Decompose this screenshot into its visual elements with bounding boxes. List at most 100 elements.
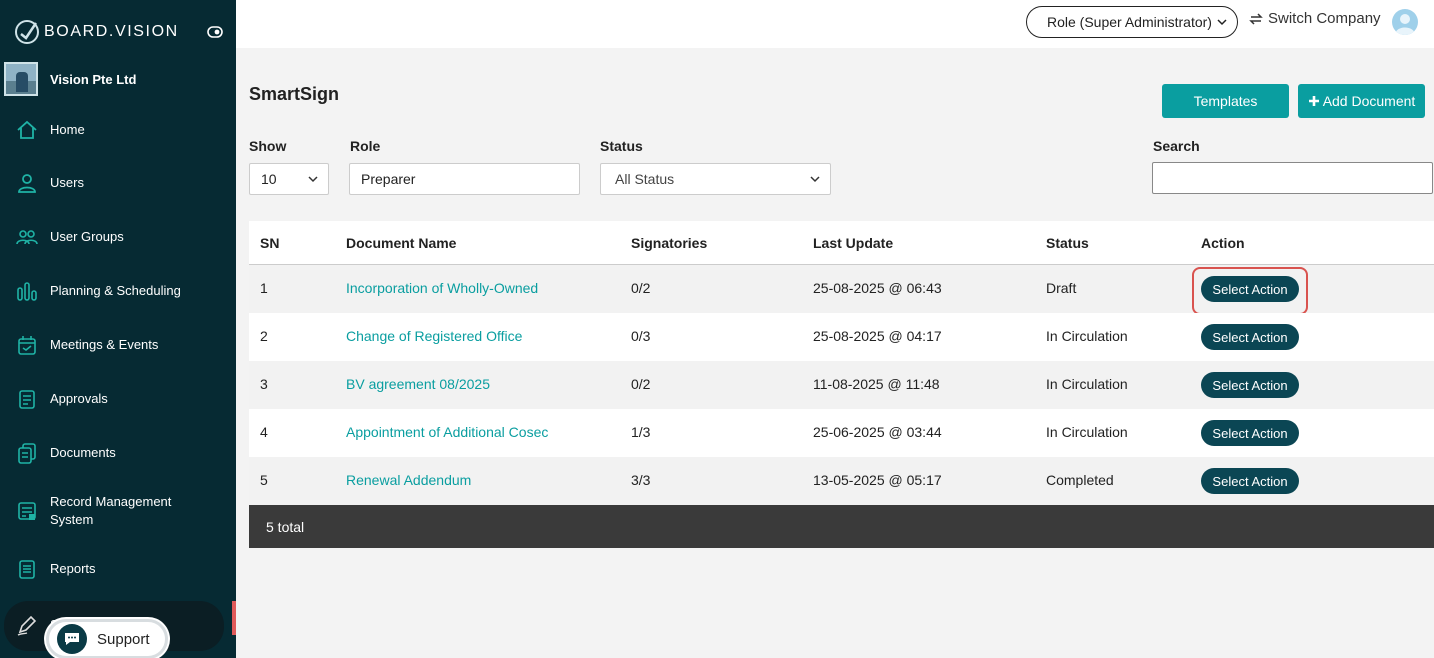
select-action-button[interactable]: Select Action — [1201, 372, 1299, 398]
show-label: Show — [249, 138, 287, 154]
header-action: Action — [1201, 235, 1245, 251]
sidebar-item-reports[interactable]: Reports — [0, 549, 236, 589]
switch-company-button[interactable]: Switch Company — [1248, 10, 1381, 27]
calendar-icon — [18, 336, 36, 355]
document-link[interactable]: Change of Registered Office — [346, 328, 522, 344]
search-label: Search — [1153, 138, 1200, 154]
sidebar-item-documents[interactable]: Documents — [0, 433, 236, 473]
role-filter-input[interactable]: Preparer — [349, 163, 580, 195]
role-label: Role — [350, 138, 381, 154]
cell-sn: 4 — [260, 424, 268, 440]
header-document-name[interactable]: Document Name — [346, 235, 456, 251]
document-link[interactable]: Incorporation of Wholly-Owned — [346, 280, 538, 296]
cell-sn: 5 — [260, 472, 268, 488]
sidebar-item-planning[interactable]: Planning & Scheduling — [0, 271, 236, 311]
status-value: All Status — [615, 171, 675, 187]
table-row: 1 Incorporation of Wholly-Owned 0/2 25-0… — [249, 265, 1434, 315]
sidebar-item-approvals[interactable]: Approvals — [0, 379, 236, 419]
sidebar-item-users[interactable]: Users — [0, 163, 236, 203]
sidebar-item-label: Meetings & Events — [50, 337, 159, 352]
home-icon — [17, 120, 37, 139]
cell-status: Completed — [1046, 472, 1114, 488]
pen-icon — [17, 615, 37, 636]
header-signatories[interactable]: Signatories — [631, 235, 707, 251]
company-switcher[interactable]: Vision Pte Ltd — [4, 62, 136, 96]
cell-status: Draft — [1046, 280, 1077, 296]
table-row: 2 Change of Registered Office 0/3 25-08-… — [249, 313, 1434, 361]
clipboard-icon — [19, 390, 35, 409]
cell-sn: 1 — [260, 280, 268, 296]
cell-last-update: 13-05-2025 @ 05:17 — [813, 472, 942, 488]
search-input[interactable] — [1152, 162, 1433, 194]
record-icon — [18, 502, 36, 520]
cell-sn: 2 — [260, 328, 268, 344]
document-link[interactable]: BV agreement 08/2025 — [346, 376, 490, 392]
sidebar-item-label: Documents — [50, 445, 116, 460]
report-icon — [19, 560, 35, 579]
status-select[interactable]: All Status — [600, 163, 831, 195]
select-action-button[interactable]: Select Action — [1201, 420, 1299, 446]
table-row: 3 BV agreement 08/2025 0/2 11-08-2025 @ … — [249, 361, 1434, 409]
chevron-down-icon — [1217, 19, 1227, 26]
sidebar-toggle-icon[interactable] — [207, 26, 223, 38]
cell-signatories: 0/2 — [631, 376, 651, 392]
documents-table: SN Document Name Signatories Last Update… — [249, 221, 1434, 548]
header-sn[interactable]: SN — [260, 235, 279, 251]
show-value: 10 — [261, 171, 277, 187]
sidebar-item-user-groups[interactable]: User Groups — [0, 217, 236, 257]
user-avatar[interactable] — [1392, 9, 1418, 35]
cell-last-update: 25-08-2025 @ 04:17 — [813, 328, 942, 344]
sidebar-item-label: Home — [50, 122, 85, 137]
chevron-down-icon — [308, 176, 318, 183]
header-last-update[interactable]: Last Update — [813, 235, 893, 251]
cell-signatories: 3/3 — [631, 472, 651, 488]
brand-logo[interactable]: BOARD.VISION — [14, 18, 179, 46]
plus-icon — [1308, 96, 1319, 106]
cell-signatories: 1/3 — [631, 424, 651, 440]
support-button[interactable]: Support — [46, 619, 168, 658]
cell-status: In Circulation — [1046, 328, 1128, 344]
table-row: 4 Appointment of Additional Cosec 1/3 25… — [249, 409, 1434, 457]
table-row: 5 Renewal Addendum 3/3 13-05-2025 @ 05:1… — [249, 457, 1434, 505]
sidebar-item-label: Users — [50, 175, 84, 190]
sidebar-item-home[interactable]: Home — [0, 110, 236, 150]
sidebar-item-label: Record Management System — [50, 494, 172, 527]
role-dropdown[interactable]: Role (Super Administrator) — [1026, 6, 1238, 38]
show-select[interactable]: 10 — [249, 163, 329, 195]
company-avatar — [4, 62, 38, 96]
sidebar-item-meetings[interactable]: Meetings & Events — [0, 325, 236, 365]
cell-status: In Circulation — [1046, 376, 1128, 392]
templates-button[interactable]: Templates — [1162, 84, 1289, 118]
table-footer: 5 total — [249, 505, 1434, 548]
sidebar-item-label: Approvals — [50, 391, 108, 406]
top-bar: Role (Super Administrator) Switch Compan… — [236, 0, 1434, 48]
sidebar-item-label: Reports — [50, 561, 96, 576]
role-value: Role (Super Administrator) — [1047, 14, 1212, 30]
chat-icon — [57, 624, 87, 654]
cell-signatories: 0/3 — [631, 328, 651, 344]
cell-last-update: 11-08-2025 @ 11:48 — [813, 376, 940, 392]
chevron-down-icon — [810, 176, 820, 183]
cell-signatories: 0/2 — [631, 280, 651, 296]
document-link[interactable]: Renewal Addendum — [346, 472, 471, 488]
swap-icon — [1249, 12, 1263, 25]
total-count: 5 total — [266, 518, 305, 535]
select-action-button[interactable]: Select Action — [1201, 276, 1299, 302]
brand-name: BOARD.VISION — [44, 23, 179, 40]
page-title: SmartSign — [249, 84, 340, 104]
select-action-button[interactable]: Select Action — [1201, 468, 1299, 494]
support-label: Support — [97, 630, 150, 648]
add-document-button[interactable]: Add Document — [1298, 84, 1425, 118]
header-status[interactable]: Status — [1046, 235, 1089, 251]
sidebar-item-label: User Groups — [50, 229, 124, 244]
users-icon — [16, 230, 38, 245]
document-link[interactable]: Appointment of Additional Cosec — [346, 424, 548, 440]
sidebar: BOARD.VISION Vision Pte Ltd Home Users U… — [0, 0, 236, 658]
add-document-label: Add Document — [1322, 93, 1416, 109]
role-filter-value: Preparer — [361, 171, 416, 187]
company-name: Vision Pte Ltd — [50, 71, 137, 87]
table-header: SN Document Name Signatories Last Update… — [249, 221, 1434, 265]
select-action-button[interactable]: Select Action — [1201, 324, 1299, 350]
status-label: Status — [600, 138, 643, 154]
sidebar-item-records[interactable]: Record Management System — [0, 491, 236, 531]
